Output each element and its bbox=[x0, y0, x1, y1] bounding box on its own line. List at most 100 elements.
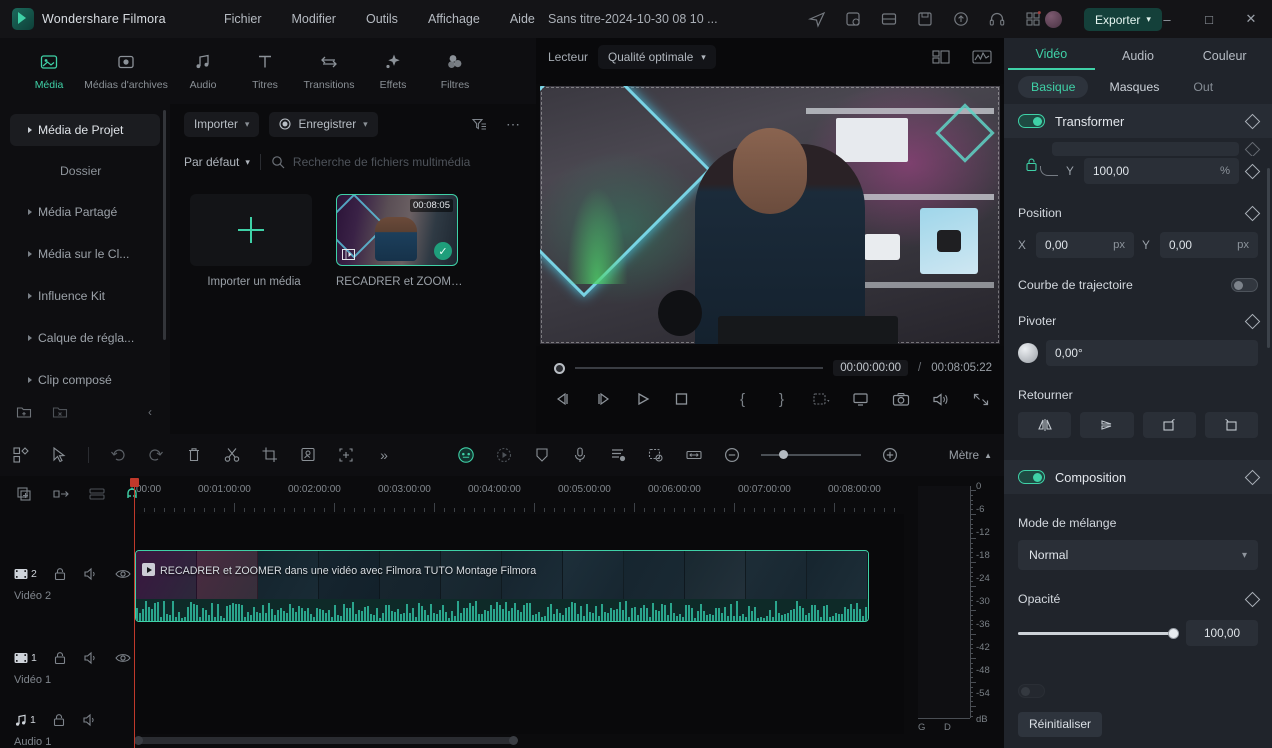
close-button[interactable]: ✕ bbox=[1230, 0, 1272, 38]
mask-shield-icon[interactable] bbox=[533, 446, 551, 464]
track-header-video-2[interactable]: 2 Vidéo 2 bbox=[0, 512, 134, 602]
current-timecode[interactable]: 00:00:00:00 bbox=[833, 360, 909, 376]
delete-folder-icon[interactable] bbox=[52, 404, 68, 420]
keyframe-diamond-icon[interactable] bbox=[1244, 113, 1261, 129]
mark-out-icon[interactable]: } bbox=[773, 390, 790, 408]
opacity-value-field[interactable]: 100,00 bbox=[1186, 620, 1258, 646]
flip-horizontal-button[interactable] bbox=[1018, 412, 1072, 438]
search-box[interactable] bbox=[271, 149, 522, 175]
position-x-field[interactable]: 0,00 px bbox=[1036, 232, 1134, 258]
tab-filters[interactable]: Filtres bbox=[424, 51, 486, 91]
grid-shapes-icon[interactable] bbox=[12, 446, 30, 464]
tab-effects[interactable]: Effets bbox=[362, 51, 424, 91]
subtab-basique[interactable]: Basique bbox=[1018, 76, 1089, 98]
selection-cursor-icon[interactable] bbox=[50, 446, 68, 464]
import-button[interactable]: Importer ▾ bbox=[184, 111, 260, 137]
delete-trash-icon[interactable] bbox=[185, 446, 203, 464]
filter-icon[interactable] bbox=[471, 116, 488, 133]
quality-dropdown[interactable]: Qualité optimale ▾ bbox=[598, 45, 716, 69]
sidebar-item-media-partage[interactable]: Média Partagé bbox=[10, 196, 160, 228]
maximize-button[interactable]: □ bbox=[1188, 0, 1230, 38]
track-mute-icon[interactable] bbox=[83, 567, 99, 581]
upload-cloud-icon[interactable] bbox=[952, 10, 970, 28]
previous-frame-icon[interactable] bbox=[554, 390, 572, 408]
tab-audio[interactable]: Audio bbox=[1095, 49, 1182, 70]
headset-support-icon[interactable] bbox=[988, 10, 1006, 28]
seek-handle[interactable] bbox=[554, 362, 565, 374]
tab-stock-media[interactable]: Médias d'archives bbox=[80, 51, 172, 91]
media-item-thumbnail[interactable]: 00:08:05 ✓ bbox=[336, 194, 458, 266]
opacity-slider-handle[interactable] bbox=[1168, 627, 1179, 639]
speed-ramp-icon[interactable] bbox=[495, 446, 513, 464]
menu-aide[interactable]: Aide bbox=[508, 8, 537, 30]
track-visibility-icon[interactable] bbox=[115, 652, 131, 664]
transformer-toggle[interactable] bbox=[1018, 114, 1045, 128]
timeline-zoom-slider[interactable] bbox=[761, 450, 861, 459]
subtab-masques[interactable]: Masques bbox=[1096, 76, 1172, 98]
new-folder-icon[interactable] bbox=[16, 404, 32, 420]
split-view-icon[interactable] bbox=[932, 49, 950, 65]
track-mute-icon[interactable] bbox=[82, 713, 98, 727]
import-media-tile[interactable] bbox=[190, 194, 312, 266]
rotate-right-button[interactable] bbox=[1142, 412, 1196, 438]
video-preview[interactable] bbox=[540, 86, 1000, 344]
display-icon[interactable] bbox=[852, 390, 870, 408]
rotate-dial[interactable] bbox=[1018, 343, 1038, 363]
reset-button[interactable]: Réinitialiser bbox=[1018, 711, 1103, 737]
timeline-clip[interactable]: RECADRER et ZOOMER dans une vidéo avec F… bbox=[135, 550, 869, 622]
menu-affichage[interactable]: Affichage bbox=[426, 8, 482, 30]
history-icon[interactable] bbox=[844, 10, 862, 28]
subtab-outils[interactable]: Out bbox=[1180, 76, 1226, 98]
track-mute-icon[interactable] bbox=[83, 651, 99, 665]
track-header-video-1[interactable]: 1 Vidéo 1 bbox=[0, 602, 134, 686]
sidebar-item-calque-de-reglage[interactable]: Calque de régla... bbox=[10, 322, 160, 354]
more-tools-icon[interactable]: » bbox=[375, 446, 393, 464]
sidebar-item-media-cloud[interactable]: Média sur le Cl... bbox=[10, 238, 160, 270]
add-track-icon[interactable] bbox=[16, 486, 32, 502]
track-lock-icon[interactable] bbox=[52, 713, 66, 727]
tab-transitions[interactable]: Transitions bbox=[296, 51, 362, 91]
layout-icon[interactable] bbox=[880, 10, 898, 28]
keyframe-diamond-icon[interactable] bbox=[1244, 591, 1261, 607]
voiceover-mic-icon[interactable] bbox=[571, 446, 589, 464]
fullscreen-icon[interactable] bbox=[972, 390, 990, 408]
sidebar-item-media-de-projet[interactable]: Média de Projet bbox=[10, 114, 160, 146]
keyframe-diamond-icon[interactable] bbox=[1244, 313, 1261, 329]
position-y-field[interactable]: 0,00 px bbox=[1160, 232, 1258, 258]
rotate-field[interactable]: 0,00° bbox=[1046, 340, 1258, 366]
scope-waveform-icon[interactable] bbox=[972, 49, 992, 65]
zoom-out-icon[interactable] bbox=[723, 446, 741, 464]
ai-tools-icon[interactable] bbox=[457, 446, 475, 464]
crop-icon[interactable] bbox=[261, 446, 279, 464]
timeline-canvas[interactable]: RECADRER et ZOOMER dans une vidéo avec F… bbox=[134, 514, 904, 734]
redo-icon[interactable] bbox=[147, 446, 165, 464]
record-button[interactable]: Enregistrer ▾ bbox=[269, 111, 378, 137]
sort-dropdown[interactable]: Par défaut ▾ bbox=[184, 155, 250, 169]
mark-in-icon[interactable]: { bbox=[734, 390, 751, 408]
flip-vertical-button[interactable] bbox=[1080, 412, 1134, 438]
tab-audio[interactable]: Audio bbox=[172, 51, 234, 91]
track-visibility-icon[interactable] bbox=[115, 568, 131, 580]
save-icon[interactable] bbox=[916, 10, 934, 28]
tab-couleur[interactable]: Couleur bbox=[1181, 49, 1268, 70]
seek-track[interactable] bbox=[575, 367, 824, 369]
next-frame-icon[interactable] bbox=[594, 390, 612, 408]
search-input[interactable] bbox=[292, 155, 522, 169]
more-options-icon[interactable]: ⋯ bbox=[506, 116, 522, 133]
rotate-left-button[interactable] bbox=[1204, 412, 1258, 438]
keyframe-diamond-icon[interactable] bbox=[1244, 469, 1261, 485]
send-icon[interactable] bbox=[808, 10, 826, 28]
apps-grid-icon[interactable] bbox=[1024, 10, 1042, 28]
link-tracks-icon[interactable] bbox=[52, 486, 69, 502]
curve-toggle[interactable] bbox=[1231, 278, 1258, 292]
properties-scrollbar[interactable] bbox=[1267, 168, 1270, 348]
track-lock-icon[interactable] bbox=[53, 567, 67, 581]
opacity-slider[interactable] bbox=[1018, 627, 1179, 639]
tab-media[interactable]: Média bbox=[18, 51, 80, 91]
link-lock-icon[interactable] bbox=[1025, 158, 1038, 172]
stop-button[interactable] bbox=[673, 390, 690, 408]
menu-fichier[interactable]: Fichier bbox=[222, 8, 264, 30]
zoom-in-icon[interactable] bbox=[881, 446, 899, 464]
timeline-ruler[interactable]: 00:00 00:01:00:00 00:02:00:00 00:03:00:0… bbox=[134, 484, 905, 514]
sidebar-item-dossier[interactable]: Dossier bbox=[10, 156, 160, 186]
